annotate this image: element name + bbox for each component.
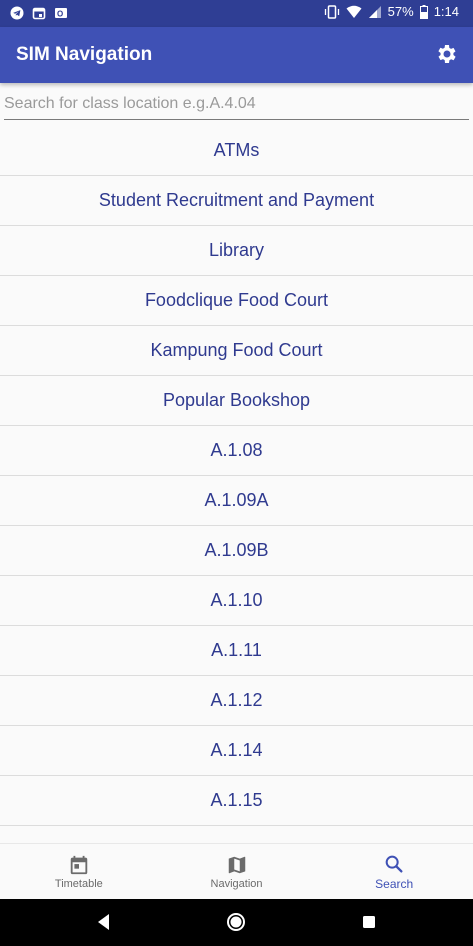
app-title: SIM Navigation [16,44,153,65]
list-item[interactable]: A.1.11 [0,626,473,676]
location-list[interactable]: ATMs Student Recruitment and Payment Lib… [0,126,473,843]
gear-icon [438,45,456,63]
nav-search[interactable]: Search [315,844,473,899]
recents-icon[interactable] [358,911,380,933]
outlook-icon: O [55,8,67,19]
list-item[interactable]: ATMs [0,126,473,176]
search-field-container [4,90,469,120]
search-input[interactable] [4,90,469,118]
status-time: 1:14 [433,4,459,19]
svg-text:O: O [57,10,63,19]
list-item[interactable]: Library [0,226,473,276]
search-icon [385,855,403,873]
list-item[interactable]: A.1.08 [0,426,473,476]
vibrate-icon [324,4,339,19]
back-icon[interactable] [93,911,115,933]
settings-button[interactable] [435,42,461,68]
calendar-icon [70,855,88,874]
calendar-icon [32,7,46,20]
list-item[interactable]: Student Recruitment and Payment [0,176,473,226]
list-item[interactable]: A.1.14 [0,726,473,776]
app-bar: SIM Navigation [0,27,473,83]
system-navigation-bar [0,899,473,946]
list-item-partial[interactable] [0,826,473,843]
nav-timetable[interactable]: Timetable [0,844,158,899]
wifi-icon [346,5,362,18]
list-item[interactable]: A.1.09A [0,476,473,526]
battery-percent: 57% [387,4,414,19]
telegram-icon [10,6,24,20]
status-bar: O 57% 1:14 [0,0,473,27]
list-item[interactable]: A.1.10 [0,576,473,626]
battery-icon [419,4,428,19]
nav-label: Navigation [210,877,263,890]
list-item[interactable]: Popular Bookshop [0,376,473,426]
list-item[interactable]: Kampung Food Court [0,326,473,376]
list-item[interactable]: A.1.15 [0,776,473,826]
signal-icon [368,5,381,18]
bottom-navigation: Timetable Navigation Search [0,843,473,899]
nav-label: Search [375,876,414,891]
list-item[interactable]: A.1.12 [0,676,473,726]
home-icon[interactable] [225,911,247,933]
map-icon [228,856,245,873]
nav-navigation[interactable]: Navigation [158,844,316,899]
list-item[interactable]: Foodclique Food Court [0,276,473,326]
list-item[interactable]: A.1.09B [0,526,473,576]
nav-label: Timetable [54,877,103,890]
